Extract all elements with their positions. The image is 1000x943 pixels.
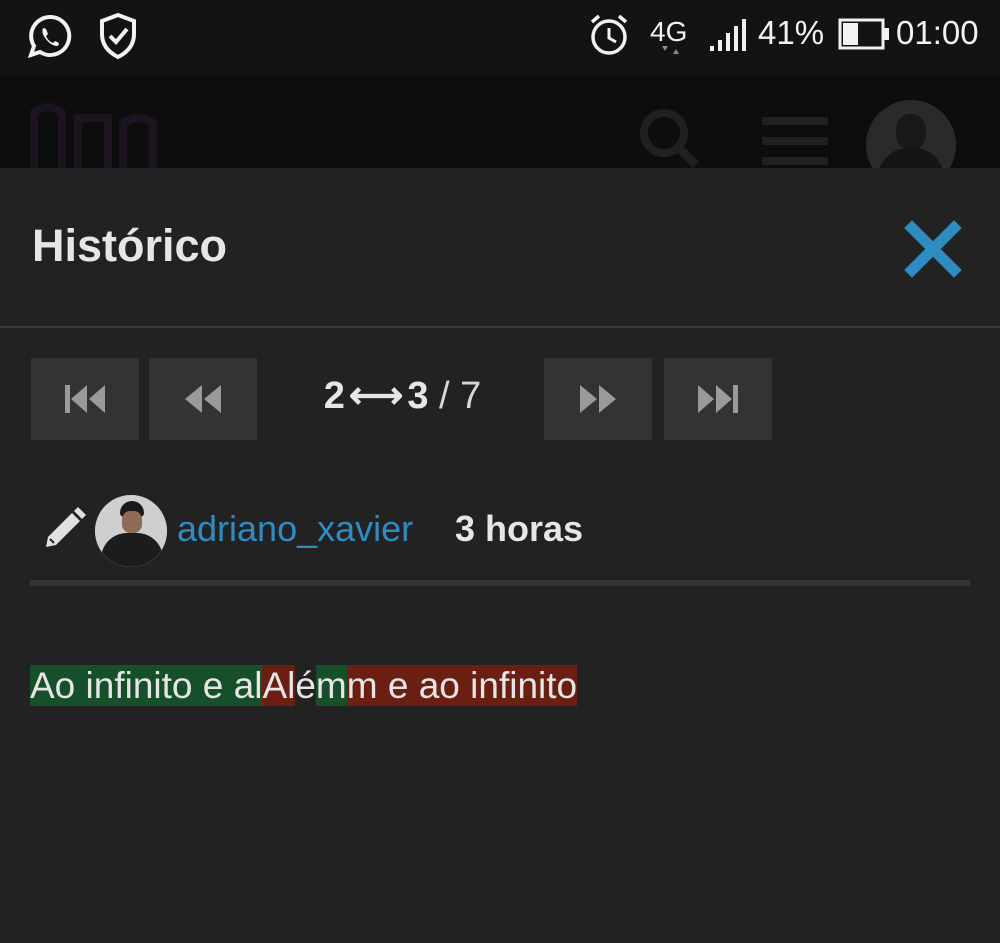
network-arrows-icon xyxy=(662,46,679,54)
header-divider xyxy=(0,326,1000,328)
pager-from: 2 xyxy=(323,375,345,417)
clock: 01:00 xyxy=(896,14,979,51)
alarm-icon xyxy=(590,14,628,55)
pager-arrow: ⟷ xyxy=(348,375,404,417)
diff-unchanged: é xyxy=(295,665,316,706)
shield-check-icon xyxy=(100,12,136,60)
signal-icon xyxy=(710,19,746,51)
skip-first-icon xyxy=(65,385,105,413)
diff-delete: Al xyxy=(262,665,296,706)
app-header-dimmed xyxy=(0,75,1000,190)
modal-title: Histórico xyxy=(32,220,228,271)
diff-insert: Ao infinito e al xyxy=(30,665,263,706)
pencil-icon xyxy=(46,507,86,547)
skip-last-icon xyxy=(698,385,738,413)
diff-delete: m e ao infinito xyxy=(346,665,578,706)
pager-to: 3 xyxy=(407,375,429,417)
fast-forward-icon xyxy=(580,385,616,413)
rewind-icon xyxy=(185,385,221,413)
revision-pager: 2 ⟷ 3 / 7 xyxy=(290,373,515,418)
whatsapp-icon xyxy=(27,14,72,59)
next-revision-button[interactable] xyxy=(544,358,652,440)
revision-time: 3 horas xyxy=(455,508,584,549)
history-modal: Histórico 2 ⟷ 3 / 7 adriano_xavier 3 hor… xyxy=(0,168,1000,943)
battery-percent: 41% xyxy=(758,14,825,51)
first-revision-button[interactable] xyxy=(31,358,139,440)
menu-icon[interactable] xyxy=(762,115,828,168)
status-bar: 4G 41% 01:00 xyxy=(0,0,1000,75)
pager-separator: / xyxy=(428,375,461,417)
revision-author-link[interactable]: adriano_xavier xyxy=(177,508,413,550)
previous-revision-button[interactable] xyxy=(149,358,257,440)
pager-total: 7 xyxy=(460,375,482,417)
close-icon[interactable] xyxy=(902,218,964,280)
avatar[interactable] xyxy=(95,495,167,567)
revision-divider xyxy=(30,580,970,586)
last-revision-button[interactable] xyxy=(664,358,772,440)
battery-icon xyxy=(838,18,889,50)
site-logo-icon xyxy=(30,103,157,168)
diff-insert: m xyxy=(315,665,347,706)
search-icon[interactable] xyxy=(638,107,700,168)
diff-content: Ao infinito e alAlémm e ao infinito xyxy=(30,661,578,711)
